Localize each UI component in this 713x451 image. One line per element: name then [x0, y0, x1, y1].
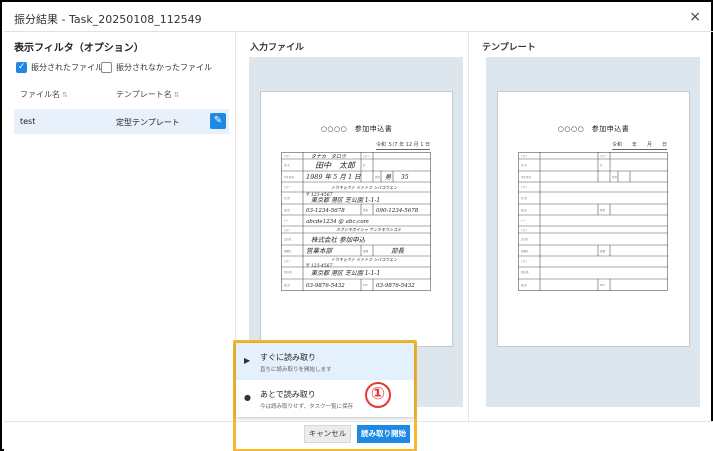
- svg-text:ﾌﾘｶﾞﾅ: ﾌﾘｶﾞﾅ: [284, 154, 291, 158]
- menu-item-description: 直ちに読み取りを開始します: [260, 367, 332, 373]
- hw-phone: 03-1234-5678: [306, 208, 345, 214]
- svg-text:電 話: 電 話: [284, 208, 290, 212]
- svg-text:ﾌﾘｶﾞﾅ: ﾌﾘｶﾞﾅ: [521, 154, 528, 158]
- unsorted-files-checkbox[interactable]: 振分されなかったファイル: [101, 61, 212, 73]
- menu-item-label: すぐに読み取り: [260, 353, 316, 362]
- svg-text:部署名: 部署名: [284, 249, 292, 253]
- unsorted-files-label: 振分されなかったファイル: [116, 62, 212, 72]
- svg-text:ﾌﾘｶﾞﾅ: ﾌﾘｶﾞﾅ: [284, 259, 291, 263]
- svg-text:ﾌﾘｶﾞﾅ: ﾌﾘｶﾞﾅ: [363, 154, 370, 158]
- svg-text:携帯: 携帯: [363, 208, 369, 212]
- menu-item-description: 今は読み取りせず、タスク一覧に保存: [260, 404, 354, 410]
- svg-text:氏 名: 氏 名: [521, 163, 527, 167]
- hw-address: 東京都 港区 芝公園 1-1-1: [311, 196, 380, 204]
- hw-birth: 1989 年 5 月 1 日: [306, 173, 361, 181]
- reading-options-menu: ▶ すぐに読み取り 直ちに読み取りを開始します ● あとで読み取り 今は読み取り…: [236, 343, 414, 417]
- svg-text:住 所: 住 所: [521, 196, 527, 200]
- document-date: 令和 ５/7 年 12 月 1 日: [376, 142, 430, 150]
- hw-email: abcde1234 @ abc.com: [306, 218, 369, 225]
- hw-address-kana: トウキョウト ミナトク シバコウエン: [331, 185, 398, 190]
- svg-text:電 話: 電 話: [521, 208, 527, 212]
- svg-text:ﾌﾘｶﾞﾅ: ﾌﾘｶﾞﾅ: [600, 154, 607, 158]
- close-icon[interactable]: ×: [689, 9, 701, 25]
- dialog-titlebar: 振分結果 - Task_20250108_112549 ×: [4, 4, 713, 32]
- hw-company-address: 東京都 港区 芝公園 1-1-1: [311, 269, 380, 277]
- svg-text:ﾌﾘｶﾞﾅ: ﾌﾘｶﾞﾅ: [284, 228, 291, 232]
- sorted-files-label: 振分されたファイル: [31, 62, 103, 72]
- svg-text:性別: 性別: [612, 175, 618, 179]
- svg-text:所在地: 所在地: [521, 270, 529, 274]
- svg-text:氏 名: 氏 名: [284, 163, 290, 167]
- sorted-files-checkbox[interactable]: ✓ 振分されたファイル: [16, 61, 103, 73]
- hw-company: 株式会社 参加申込: [311, 236, 366, 244]
- svg-text:生年月日: 生年月日: [521, 175, 532, 179]
- column-header-template[interactable]: テンプレート名 ⇅: [116, 89, 180, 100]
- svg-text:役職: 役職: [363, 249, 369, 253]
- filter-title: 表示フィルタ（オプション）: [14, 43, 144, 54]
- svg-text:FAX: FAX: [363, 283, 368, 287]
- menu-item-read-now[interactable]: ▶ すぐに読み取り 直ちに読み取りを開始します: [236, 343, 414, 380]
- clock-icon: ●: [244, 393, 251, 402]
- edit-pencil-icon[interactable]: ✎: [210, 113, 226, 129]
- hw-dept: 営業本部: [306, 247, 334, 255]
- hw-company-address-kana: トウキョウト ミナトク シバコウエン: [331, 257, 398, 262]
- svg-text:FAX: FAX: [600, 283, 605, 287]
- hw-company-phone: 03-9876-5432: [306, 283, 345, 289]
- hw-company-kana: カブシキガイシャ サンカモウシコミ: [336, 227, 401, 232]
- file-table-header: ファイル名 ⇅ テンプレート名 ⇅: [14, 85, 228, 103]
- dialog-window: 振分結果 - Task_20250108_112549 × 表示フィルタ（オプシ…: [0, 0, 713, 451]
- input-file-title: 入力ファイル: [250, 43, 305, 53]
- template-document-page: ○○○○ 参加申込書 令和 年 月 日 ﾌﾘｶﾞﾅ 氏 名 生年月日 ﾌﾘｶﾞﾅ…: [497, 91, 690, 347]
- table-row[interactable]: test 定型テンプレート ✎: [14, 109, 229, 134]
- svg-text:生年月日: 生年月日: [284, 175, 295, 179]
- template-preview-area[interactable]: ○○○○ 参加申込書 令和 年 月 日 ﾌﾘｶﾞﾅ 氏 名 生年月日 ﾌﾘｶﾞﾅ…: [486, 57, 700, 407]
- annotation-number-badge: ①: [365, 382, 391, 408]
- svg-text:会社名: 会社名: [521, 237, 529, 241]
- sort-icon[interactable]: ⇅: [62, 91, 68, 99]
- svg-text:性別: 性別: [375, 175, 381, 179]
- dialog-title: 振分結果 - Task_20250108_112549: [14, 13, 202, 26]
- template-heading: ○○○○ 参加申込書: [557, 125, 630, 133]
- svg-text:名: 名: [600, 163, 603, 167]
- hw-position: 部長: [391, 247, 405, 255]
- filter-panel: 表示フィルタ（オプション） ✓ 振分されたファイル 振分されなかったファイル フ…: [4, 33, 236, 421]
- blank-form-grid: ﾌﾘｶﾞﾅ 氏 名生年月日 ﾌﾘｶﾞﾅ 住 所電 話 ﾒｰﾙ ﾌﾘｶﾞﾅ 会社名 部署名…: [518, 152, 668, 291]
- template-pane: テンプレート ○○○○ 参加申込書 令和 年 月 日 ﾌﾘｶﾞﾅ 氏 名 生年月…: [470, 33, 713, 421]
- hw-name: 田中 太郎: [315, 161, 356, 170]
- svg-text:会社名: 会社名: [284, 237, 292, 241]
- menu-item-label: あとで読み取り: [260, 390, 316, 399]
- sort-icon[interactable]: ⇅: [174, 91, 180, 99]
- filled-form-grid: ﾌﾘｶﾞﾅ 氏 名生年月日 ﾌﾘｶﾞﾅ 住 所電 話 ﾒｰﾙ ﾌﾘｶﾞﾅ 会社名 部署名…: [281, 152, 431, 291]
- svg-text:部署名: 部署名: [521, 249, 529, 253]
- hw-age: 35: [401, 174, 409, 181]
- hw-company-fax: 03-9876-5432: [376, 283, 415, 289]
- svg-text:電 話: 電 話: [521, 283, 527, 287]
- svg-text:ﾒｰﾙ: ﾒｰﾙ: [521, 219, 526, 222]
- checkbox-checked-icon[interactable]: ✓: [16, 61, 27, 73]
- svg-text:電 話: 電 話: [284, 283, 290, 287]
- document-heading: ○○○○ 参加申込書: [320, 125, 393, 133]
- svg-text:役職: 役職: [600, 249, 606, 253]
- checkbox-unchecked-icon[interactable]: [101, 61, 112, 73]
- svg-text:ﾌﾘｶﾞﾅ: ﾌﾘｶﾞﾅ: [521, 228, 528, 232]
- svg-text:ﾒｰﾙ: ﾒｰﾙ: [284, 219, 289, 222]
- hw-company-postal: 〒 123-4567: [305, 263, 333, 269]
- cell-template: 定型テンプレート: [116, 118, 180, 127]
- hw-mobile: 090-1234-5678: [376, 208, 419, 214]
- svg-text:名: 名: [363, 163, 366, 167]
- cell-filename: test: [20, 117, 36, 126]
- svg-text:住 所: 住 所: [284, 196, 290, 200]
- hw-gender: 男: [385, 174, 392, 181]
- template-date: 令和 年 月 日: [611, 142, 667, 150]
- svg-text:ﾌﾘｶﾞﾅ: ﾌﾘｶﾞﾅ: [284, 185, 291, 189]
- svg-text:所在地: 所在地: [284, 270, 292, 274]
- input-document-page: ○○○○ 参加申込書 令和 ５/7 年 12 月 1 日 ﾌﾘｶﾞﾅ 氏 名 生…: [260, 91, 453, 347]
- svg-text:携帯: 携帯: [600, 208, 606, 212]
- svg-text:ﾌﾘｶﾞﾅ: ﾌﾘｶﾞﾅ: [521, 185, 528, 189]
- column-header-filename[interactable]: ファイル名 ⇅: [20, 89, 68, 100]
- svg-text:ﾌﾘｶﾞﾅ: ﾌﾘｶﾞﾅ: [521, 259, 528, 263]
- hw-name-kana: タナカ タロウ: [311, 153, 347, 160]
- play-icon: ▶: [244, 356, 251, 365]
- template-title: テンプレート: [482, 43, 536, 53]
